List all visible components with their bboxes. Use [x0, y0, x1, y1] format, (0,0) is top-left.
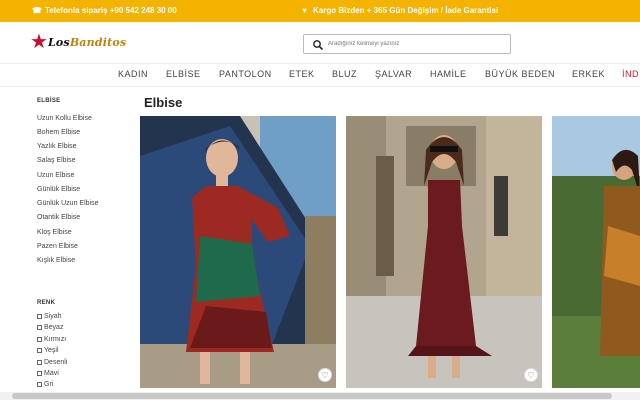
shipping-promo: ♥ Kargo Bizden + 365 Gün Değişim / İade G…: [300, 6, 498, 15]
heart-icon: ♥: [302, 6, 307, 15]
horizontal-scrollbar[interactable]: [0, 392, 640, 400]
checkbox[interactable]: [37, 314, 42, 319]
color-option[interactable]: Gri: [37, 381, 53, 388]
category-link[interactable]: Bohem Elbise: [37, 129, 80, 136]
checkbox[interactable]: [37, 382, 42, 387]
favorite-heart-icon[interactable]: ♡: [318, 368, 332, 382]
checkbox[interactable]: [37, 348, 42, 353]
product-image[interactable]: [552, 116, 640, 388]
nav-item-elbise[interactable]: ELBİSE: [166, 69, 201, 79]
nav-item-buyuk-beden[interactable]: BÜYÜK BEDEN: [485, 69, 555, 79]
category-link[interactable]: Yazlık Elbise: [37, 143, 77, 150]
category-link[interactable]: Günlük Elbise: [37, 186, 80, 193]
checkbox[interactable]: [37, 325, 42, 330]
category-link[interactable]: Kloş Elbise: [37, 229, 72, 236]
product-image[interactable]: [140, 116, 336, 388]
site-logo[interactable]: ★ LosBanditos: [30, 31, 126, 53]
color-option[interactable]: Siyah: [37, 313, 62, 320]
main-navigation: KADIN ELBİSE PANTOLON ETEK BLUZ ŞALVAR H…: [0, 63, 640, 87]
color-option[interactable]: Beyaz: [37, 324, 63, 331]
phone-contact[interactable]: ☎ Telefonla sipariş +90 542 248 30 00: [32, 6, 177, 15]
scrollbar-thumb[interactable]: [12, 393, 612, 399]
color-option[interactable]: Desenli: [37, 359, 67, 366]
star-icon: ★: [30, 31, 48, 53]
favorite-heart-icon[interactable]: ♡: [524, 368, 538, 382]
search-box[interactable]: [303, 34, 511, 54]
product-card[interactable]: [552, 116, 640, 388]
phone-icon: ☎: [32, 6, 42, 15]
category-link[interactable]: Salaş Elbise: [37, 157, 76, 164]
color-option[interactable]: Kırmızı: [37, 336, 66, 343]
category-filter-title: ELBİSE: [37, 98, 61, 104]
checkbox[interactable]: [37, 337, 42, 342]
nav-item-erkek[interactable]: ERKEK: [572, 69, 605, 79]
nav-item-kadin[interactable]: KADIN: [118, 69, 148, 79]
category-link[interactable]: Pazen Elbise: [37, 243, 78, 250]
category-link[interactable]: Günlük Uzun Elbise: [37, 200, 98, 207]
search-icon[interactable]: [312, 39, 324, 51]
nav-item-pantolon[interactable]: PANTOLON: [219, 69, 272, 79]
color-option[interactable]: Mavi: [37, 370, 59, 377]
top-announcement-bar: ☎ Telefonla sipariş +90 542 248 30 00 ♥ Ka…: [0, 0, 640, 22]
color-filter-title: RENK: [37, 300, 56, 306]
category-link[interactable]: Kışlık Elbise: [37, 257, 75, 264]
category-link[interactable]: Otantik Elbise: [37, 214, 80, 221]
page-title: Elbise: [144, 95, 183, 110]
promo-text: Kargo Bizden + 365 Gün Değişim / İade Ga…: [313, 6, 499, 15]
nav-item-etek[interactable]: ETEK: [289, 69, 315, 79]
search-input[interactable]: [328, 37, 504, 51]
phone-text: Telefonla sipariş +90 542 248 30 00: [45, 6, 177, 15]
nav-item-salvar[interactable]: ŞALVAR: [375, 69, 412, 79]
category-link[interactable]: Uzun Elbise: [37, 172, 74, 179]
nav-item-bluz[interactable]: BLUZ: [332, 69, 357, 79]
color-option[interactable]: Yeşil: [37, 347, 59, 354]
checkbox[interactable]: [37, 371, 42, 376]
logo-text: LosBanditos: [47, 35, 127, 49]
product-card[interactable]: ♡: [140, 116, 336, 388]
nav-item-indirim[interactable]: İND: [622, 69, 639, 79]
product-card[interactable]: ♡: [346, 116, 542, 388]
nav-item-hamile[interactable]: HAMİLE: [430, 69, 467, 79]
product-image[interactable]: [346, 116, 542, 388]
category-link[interactable]: Uzun Kollu Elbise: [37, 115, 92, 122]
checkbox[interactable]: [37, 360, 42, 365]
